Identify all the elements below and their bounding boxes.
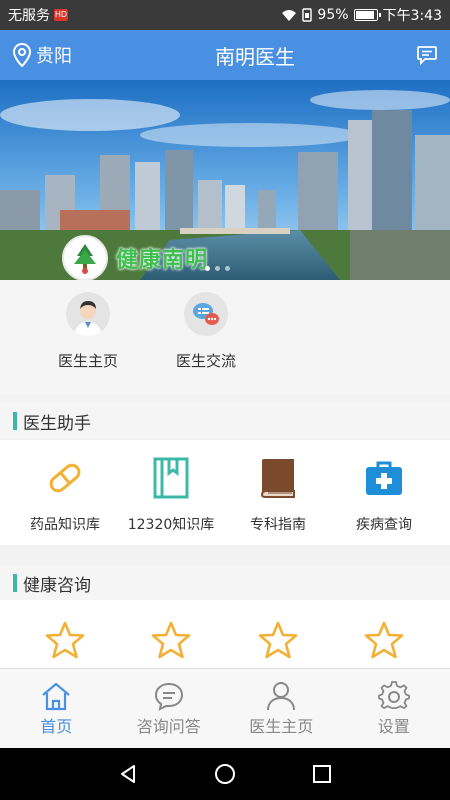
quick-entries: 医生主页 医生交流 xyxy=(0,280,450,395)
section-accent-bar xyxy=(13,574,17,592)
book-icon xyxy=(222,456,334,500)
tab-doctor-home[interactable]: 医生主页 xyxy=(225,669,338,748)
assistant-tools: 药品知识库 12320知识库 专科指南 疾病查询 xyxy=(0,440,450,545)
star-icon[interactable] xyxy=(45,620,85,660)
tool-drug-kb[interactable]: 药品知识库 xyxy=(9,456,121,534)
section-title: 健康咨询 xyxy=(23,575,91,596)
carousel-dot[interactable] xyxy=(215,266,220,271)
tab-home[interactable]: 首页 xyxy=(0,669,113,748)
tool-label: 药品知识库 xyxy=(30,517,100,533)
tool-specialty-guide[interactable]: 专科指南 xyxy=(222,456,334,534)
doctor-avatar-icon xyxy=(66,292,110,336)
quick-label: 医生交流 xyxy=(175,352,236,370)
section-header-assistant: 医生助手 xyxy=(0,403,450,439)
home-icon xyxy=(42,682,70,711)
bottom-tab-bar: 首页 咨询问答 医生主页 设置 xyxy=(0,668,450,748)
carousel-indicator xyxy=(205,266,230,271)
banner-logo: 健康南明 xyxy=(62,235,208,280)
battery-percent: 95% xyxy=(317,7,349,23)
tab-label: 设置 xyxy=(377,717,410,736)
back-icon[interactable] xyxy=(117,763,139,785)
star-icon[interactable] xyxy=(258,620,298,660)
carousel-dot[interactable] xyxy=(225,266,230,271)
quick-doctor-home[interactable]: 医生主页 xyxy=(38,292,138,371)
quick-label: 医生主页 xyxy=(57,352,118,370)
star-icon[interactable] xyxy=(151,620,191,660)
carousel-dot[interactable] xyxy=(205,266,210,271)
battery-icon xyxy=(353,9,381,21)
star-icon[interactable] xyxy=(364,620,404,660)
message-icon[interactable] xyxy=(416,45,438,65)
tab-label: 医生主页 xyxy=(249,717,314,736)
wifi-icon xyxy=(282,10,297,21)
status-bar: 无服务 HD 95% 下午3:43 xyxy=(0,0,450,30)
tab-label: 首页 xyxy=(40,717,73,736)
tool-12320-kb[interactable]: 12320知识库 xyxy=(115,456,227,534)
bookmark-book-icon xyxy=(115,456,227,500)
banner-carousel[interactable]: 健康南明 xyxy=(0,80,450,280)
carrier-text: 无服务 xyxy=(8,8,50,24)
consult-items xyxy=(0,600,450,668)
page-title: 南明医生 xyxy=(215,44,295,69)
clock: 下午3:43 xyxy=(382,8,442,24)
location-selector[interactable]: 贵阳 xyxy=(0,42,120,68)
section-header-consult: 健康咨询 xyxy=(0,565,450,601)
location-pin-icon xyxy=(12,43,32,67)
tool-disease-query[interactable]: 疾病查询 xyxy=(328,456,440,534)
tab-settings[interactable]: 设置 xyxy=(338,669,450,748)
gear-icon xyxy=(377,681,410,710)
hd-badge: HD xyxy=(54,9,68,21)
chat-bubbles-icon xyxy=(184,292,228,336)
app-bar: 贵阳 南明医生 xyxy=(0,30,450,80)
medical-kit-icon xyxy=(328,456,440,500)
tab-label: 咨询问答 xyxy=(136,717,201,736)
tab-consult-qa[interactable]: 咨询问答 xyxy=(113,669,226,748)
section-title: 医生助手 xyxy=(23,413,91,434)
system-nav-bar xyxy=(0,748,450,800)
pill-icon xyxy=(9,456,121,500)
tool-label: 专科指南 xyxy=(250,517,306,533)
quick-doctor-exchange[interactable]: 医生交流 xyxy=(156,292,256,371)
nanming-logo-icon xyxy=(62,235,108,280)
sim-icon xyxy=(302,8,313,22)
home-circle-icon[interactable] xyxy=(214,763,236,785)
chat-icon xyxy=(154,682,183,711)
person-icon xyxy=(267,682,296,711)
city-label: 贵阳 xyxy=(36,46,72,67)
tool-label: 疾病查询 xyxy=(356,517,412,533)
tool-label: 12320知识库 xyxy=(127,517,215,533)
section-accent-bar xyxy=(13,412,17,430)
banner-slogan: 健康南明 xyxy=(116,248,209,273)
recents-icon[interactable] xyxy=(311,763,333,785)
